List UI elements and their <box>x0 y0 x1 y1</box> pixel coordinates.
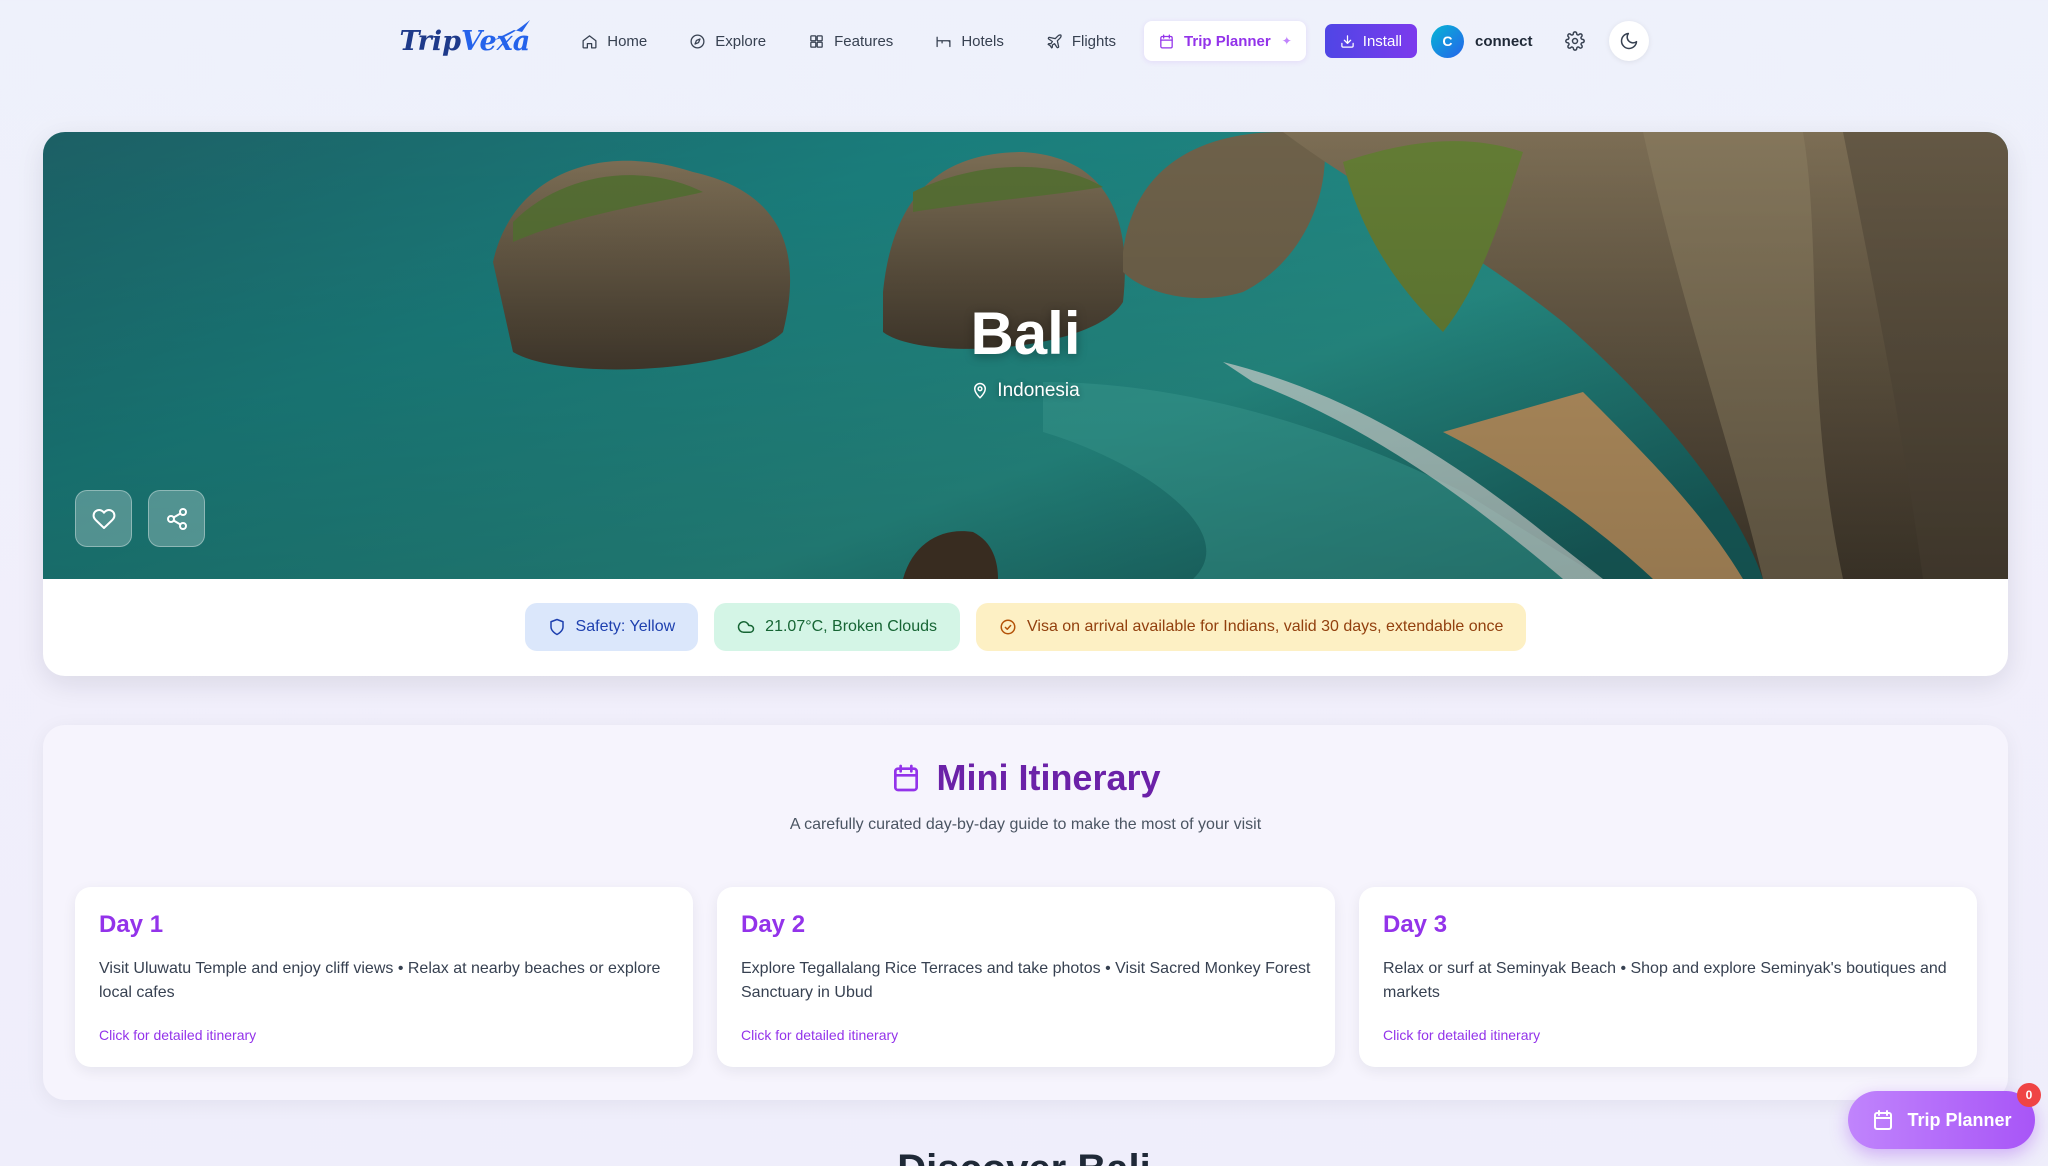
nav-explore[interactable]: Explore <box>668 21 787 61</box>
download-icon <box>1341 34 1354 48</box>
nav-flights[interactable]: Flights <box>1025 21 1137 61</box>
detailed-itinerary-link[interactable]: Click for detailed itinerary <box>99 1027 256 1043</box>
detailed-itinerary-link[interactable]: Click for detailed itinerary <box>741 1027 898 1043</box>
map-pin-icon <box>974 382 987 399</box>
floating-trip-planner-button[interactable]: Trip Planner 0 <box>1848 1083 2041 1149</box>
nav-home-label: Home <box>607 32 648 50</box>
day-card[interactable]: Day 2 Explore Tegallalang Rice Terraces … <box>717 887 1335 1067</box>
plane-icon <box>1047 33 1062 49</box>
day-title: Day 2 <box>741 911 806 938</box>
check-circle-icon <box>1000 619 1016 635</box>
share-icon <box>166 507 187 530</box>
nav-trip-planner[interactable]: Trip Planner ✦ <box>1144 21 1306 61</box>
nav-trip-planner-label: Trip Planner <box>1184 32 1271 50</box>
nav-explore-label: Explore <box>715 32 767 50</box>
settings-button[interactable] <box>1555 21 1595 61</box>
home-icon <box>582 34 597 49</box>
day-description: Explore Tegallalang Rice Terraces and ta… <box>741 960 1311 1001</box>
avatar: C <box>1430 24 1464 58</box>
day-description: Visit Uluwatu Temple and enjoy cliff vie… <box>99 960 661 1001</box>
trip-planner-count-badge: 0 <box>2017 1083 2041 1107</box>
visa-badge: Visa on arrival available for Indians, v… <box>976 603 1527 651</box>
destination-country: Indonesia <box>997 380 1080 401</box>
hero-actions <box>75 490 205 547</box>
day-title: Day 3 <box>1383 911 1448 938</box>
nav-flights-label: Flights <box>1071 32 1117 50</box>
nav-features-label: Features <box>834 32 894 50</box>
day-card[interactable]: Day 1 Visit Uluwatu Temple and enjoy cli… <box>75 887 693 1067</box>
calendar-icon <box>1874 1110 1893 1130</box>
destination-location: Indonesia <box>43 380 2008 402</box>
logo-text-trip: Trip <box>399 25 461 57</box>
destination-info-badges: Safety: Yellow 21.07°C, Broken Clouds Vi… <box>43 603 2008 651</box>
grid-icon <box>810 34 823 48</box>
floating-trip-planner-label: Trip Planner <box>1907 1109 2012 1130</box>
destination-hero-card: Bali Indonesia Safety: Yellow 21.07°C, B… <box>43 132 2008 676</box>
discover-heading: Discover Bali <box>0 1147 2048 1166</box>
mini-itinerary-section: Mini Itinerary A carefully curated day-b… <box>43 725 2008 1100</box>
heart-icon <box>92 508 115 529</box>
nav-home[interactable]: Home <box>560 21 668 61</box>
itinerary-days: Day 1 Visit Uluwatu Temple and enjoy cli… <box>75 887 1977 1067</box>
safety-badge: Safety: Yellow <box>524 603 699 651</box>
destination-name: Bali <box>970 300 1081 367</box>
day-card[interactable]: Day 3 Relax or surf at Seminyak Beach • … <box>1359 887 1977 1067</box>
detailed-itinerary-link[interactable]: Click for detailed itinerary <box>1383 1027 1540 1043</box>
share-button[interactable] <box>148 490 205 547</box>
sparkle-icon: ✦ <box>1281 34 1292 48</box>
moon-icon <box>1620 32 1637 50</box>
weather-badge: 21.07°C, Broken Clouds <box>714 603 960 651</box>
nav-features[interactable]: Features <box>787 21 914 61</box>
calendar-icon <box>894 764 919 792</box>
gear-icon <box>1564 31 1585 51</box>
day-title: Day 1 <box>99 911 164 938</box>
itinerary-subtitle: A carefully curated day-by-day guide to … <box>789 816 1262 833</box>
install-button[interactable]: Install <box>1324 24 1417 58</box>
weather-badge-label: 21.07°C, Broken Clouds <box>765 618 937 635</box>
shield-icon <box>549 618 564 636</box>
nav-hotels[interactable]: Hotels <box>914 21 1025 61</box>
day-description: Relax or surf at Seminyak Beach • Shop a… <box>1383 960 1947 1001</box>
install-label: Install <box>1362 32 1402 50</box>
user-name: connect <box>1474 32 1533 50</box>
nav-hotels-label: Hotels <box>961 32 1004 50</box>
favorite-button[interactable] <box>75 490 132 547</box>
safety-badge-label: Safety: Yellow <box>575 618 676 635</box>
bed-icon <box>936 36 951 47</box>
compass-icon <box>690 33 705 49</box>
theme-toggle-button[interactable] <box>1608 21 1649 61</box>
logo-plane-icon <box>494 20 531 40</box>
itinerary-header: Mini Itinerary <box>43 757 2008 799</box>
top-navbar: Trip Vexa Home Explore Features Hotels Fl… <box>0 0 2048 82</box>
tripvexa-logo[interactable]: Trip Vexa <box>399 16 531 66</box>
itinerary-title: Mini Itinerary <box>936 757 1161 798</box>
visa-badge-label: Visa on arrival available for Indians, v… <box>1027 618 1504 635</box>
cloud-icon <box>737 621 755 633</box>
calendar-icon <box>1160 33 1173 49</box>
user-menu[interactable]: C connect <box>1430 24 1533 58</box>
